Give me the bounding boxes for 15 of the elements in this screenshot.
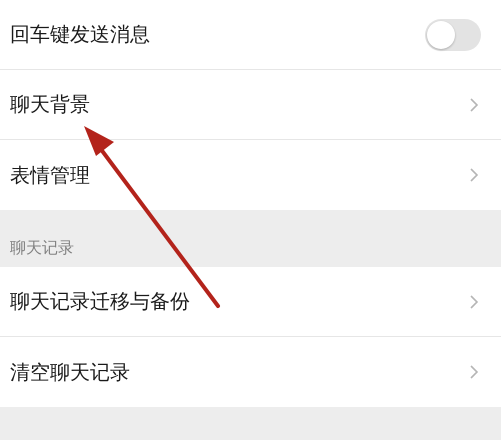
row-label: 聊天背景 — [10, 91, 90, 118]
settings-row[interactable]: 聊天记录迁移与备份 — [0, 267, 501, 337]
chevron-icon — [469, 167, 479, 183]
chevron-icon — [469, 364, 479, 380]
chevron-icon — [469, 294, 479, 310]
settings-row[interactable]: 清空聊天记录 — [0, 337, 501, 407]
row-label: 清空聊天记录 — [10, 358, 130, 386]
chevron-icon — [469, 96, 479, 112]
row-label: 表情管理 — [10, 162, 90, 188]
row-label: 聊天记录迁移与备份 — [10, 288, 190, 315]
section-header: 聊天记录 — [10, 238, 74, 259]
toggle-switch[interactable] — [425, 18, 481, 50]
settings-row[interactable]: 回车键发送消息 — [0, 0, 501, 70]
row-label: 回车键发送消息 — [10, 21, 150, 48]
settings-row[interactable]: 表情管理 — [0, 140, 501, 210]
